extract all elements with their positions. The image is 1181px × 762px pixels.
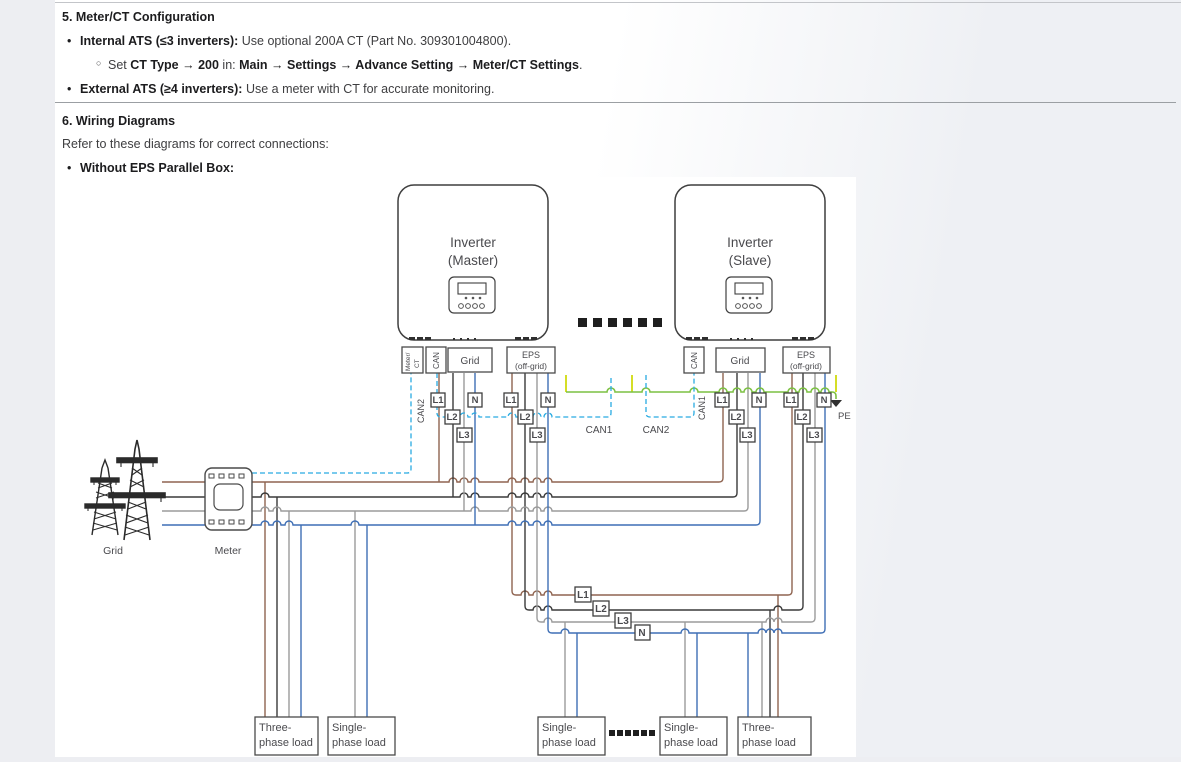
l1-label: L1 — [577, 590, 589, 601]
l3-label: L3 — [808, 430, 819, 441]
section6-intro: Refer to these diagrams for correct conn… — [62, 137, 329, 151]
continuation-dots-icon — [578, 318, 662, 327]
bullet-icon: • — [67, 161, 71, 175]
section5-bullet1: Internal ATS (≤3 inverters): Use optiona… — [80, 34, 511, 48]
inverter-master-label-line2: (Master) — [448, 253, 498, 268]
load-single-phase-line2: phase load — [332, 737, 386, 749]
can2-vertical-label: CAN2 — [416, 399, 426, 423]
load-three-phase-left-line1: Three- — [259, 722, 292, 734]
l1-label: L1 — [785, 395, 797, 406]
load-continuation-dots-icon — [609, 730, 655, 736]
bullet2-text: Use a meter with CT for accurate monitor… — [242, 82, 494, 96]
wiring-diagram: Inverter (Master) Inverter (Slave) — [75, 177, 856, 757]
meter-icon — [205, 468, 252, 530]
l1-label: L1 — [432, 395, 444, 406]
l3-label: L3 — [741, 430, 752, 441]
meter-caption: Meter — [215, 545, 242, 557]
can1-label: CAN1 — [586, 425, 613, 436]
can-comm-dashed-lines — [252, 373, 694, 473]
wire-l2-black — [162, 373, 803, 717]
load-single-phase-line2: phase load — [542, 737, 596, 749]
l2-label: L2 — [595, 604, 607, 615]
sub-bold1: CT Type → 200 — [130, 58, 219, 72]
load-single-phase-line1: Single- — [542, 722, 577, 734]
grid-towers-icon — [85, 440, 165, 540]
inverter-master-label-line1: Inverter — [450, 235, 496, 250]
bullet-icon: • — [67, 34, 71, 48]
bullet2-bold: External ATS (≥4 inverters): — [80, 82, 242, 96]
load-single-phase-line2: phase load — [664, 737, 718, 749]
pe-label: PE — [838, 411, 851, 422]
port-eps-label-line1: EPS — [522, 350, 540, 360]
port-meter-ct-label-line2: CT — [414, 359, 421, 368]
port-grid-label: Grid — [731, 356, 750, 367]
bullet1-text: Use optional 200A CT (Part No. 309301004… — [238, 34, 511, 48]
wire-n-blue — [162, 373, 825, 717]
section5-bullet2: External ATS (≥4 inverters): Use a meter… — [80, 82, 494, 96]
section-divider — [55, 102, 1176, 103]
load-three-phase-left-line2: phase load — [259, 737, 313, 749]
l2-label: L2 — [796, 412, 807, 423]
inverter-slave-label-line2: (Slave) — [729, 253, 772, 268]
inverter-slave-label-line1: Inverter — [727, 235, 773, 250]
l3-label: L3 — [531, 430, 542, 441]
port-eps-label-line1: EPS — [797, 350, 815, 360]
load-three-phase-right-line2: phase load — [742, 737, 796, 749]
port-grid-label: Grid — [461, 356, 480, 367]
sub-bold2: Main → Settings → Advance Setting → Mete… — [239, 58, 579, 72]
l2-label: L2 — [519, 412, 530, 423]
load-three-phase-right-line1: Three- — [742, 722, 775, 734]
port-meter-ct-label-line1: Meter/ — [405, 352, 412, 371]
n-label: N — [545, 395, 552, 406]
n-label: N — [821, 395, 828, 406]
ground-icon — [830, 400, 842, 407]
n-label: N — [756, 395, 763, 406]
document-page: { "doc": { "bullet": "•", "sub_bullet": … — [0, 0, 1181, 757]
l1-label: L1 — [716, 395, 728, 406]
n-label: N — [472, 395, 479, 406]
sub-mid: in: — [219, 58, 239, 72]
grid-caption: Grid — [103, 545, 123, 557]
bullet1-bold: Internal ATS (≤3 inverters): — [80, 34, 238, 48]
section5-subbullet: Set CT Type → 200 in: Main → Settings → … — [108, 58, 582, 72]
l3-label: L3 — [458, 430, 469, 441]
sub-end: . — [579, 58, 582, 72]
section5-heading: 5. Meter/CT Configuration — [62, 10, 215, 24]
load-single-phase-line1: Single- — [664, 722, 699, 734]
section6-heading: 6. Wiring Diagrams — [62, 114, 175, 128]
port-can-label: CAN — [432, 352, 441, 369]
can2-label: CAN2 — [643, 425, 670, 436]
l2-label: L2 — [730, 412, 741, 423]
section6-bullet1: Without EPS Parallel Box: — [80, 161, 234, 175]
l2-label: L2 — [446, 412, 457, 423]
sub-bullet-icon: ○ — [96, 58, 101, 68]
port-eps-label-line2: (off-grid) — [515, 361, 547, 371]
l1-label: L1 — [505, 395, 517, 406]
wiring-diagram-canvas: Inverter (Master) Inverter (Slave) — [75, 177, 856, 757]
phase-labels: L1 L2 L3 N L1 L2 L3 N L1 L2 L3 N L1 L2 L… — [431, 393, 831, 640]
wire-l3-gray — [162, 373, 815, 717]
load-single-phase-line1: Single- — [332, 722, 367, 734]
can1-vertical-label: CAN1 — [697, 396, 707, 420]
l3-label: L3 — [617, 616, 629, 627]
port-can-label: CAN — [690, 352, 699, 369]
sub-pre: Set — [108, 58, 130, 72]
port-eps-label-line2: (off-grid) — [790, 361, 822, 371]
bullet-icon: • — [67, 82, 71, 96]
n-label: N — [638, 628, 645, 639]
